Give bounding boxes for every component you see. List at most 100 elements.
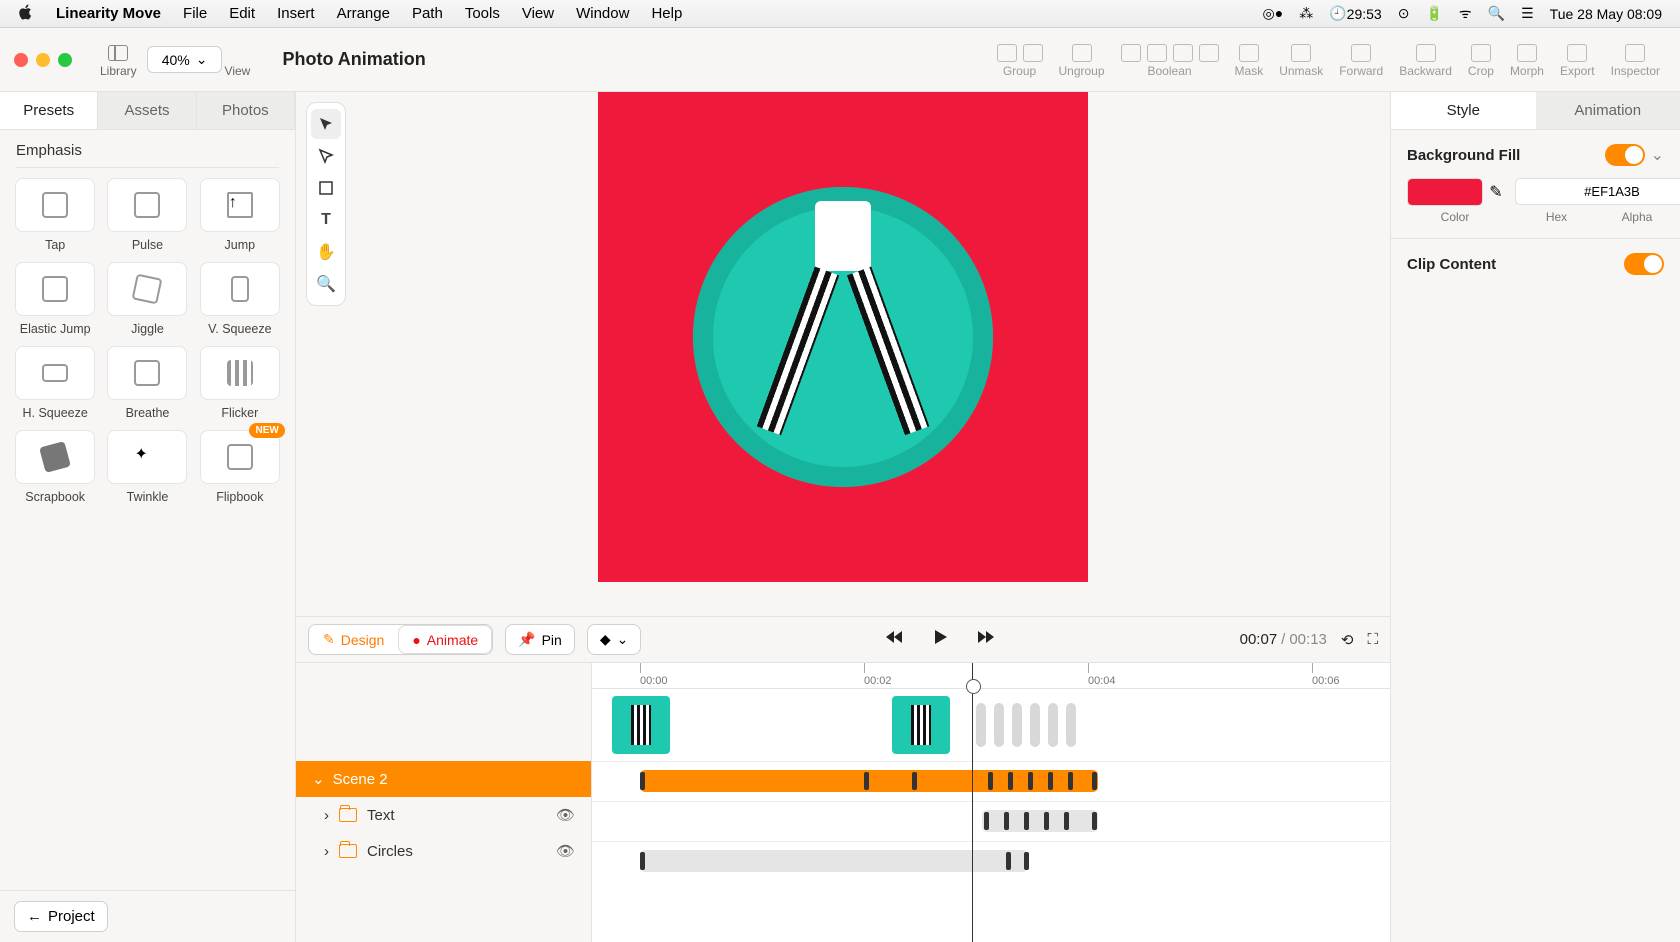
visibility-icon[interactable]: 👁 bbox=[556, 806, 575, 824]
menu-arrange[interactable]: Arrange bbox=[337, 5, 390, 22]
animate-mode-button[interactable]: ●Animate bbox=[398, 625, 492, 654]
preset-jiggle[interactable]: Jiggle bbox=[106, 262, 188, 336]
tab-assets[interactable]: Assets bbox=[98, 92, 196, 129]
move-tool[interactable] bbox=[311, 109, 341, 139]
library-toggle[interactable]: Library bbox=[100, 42, 137, 78]
morph-tool[interactable]: Morph bbox=[1510, 42, 1544, 78]
node-tool[interactable] bbox=[311, 141, 341, 171]
playhead[interactable] bbox=[972, 663, 973, 942]
loop-icon[interactable]: ⟲ bbox=[1341, 631, 1354, 649]
zoom-tool[interactable]: 🔍 bbox=[311, 269, 341, 299]
menu-tools[interactable]: Tools bbox=[465, 5, 500, 22]
menu-window[interactable]: Window bbox=[576, 5, 629, 22]
layer-row-text[interactable]: › Text 👁 bbox=[296, 797, 591, 833]
preset-v-squeeze[interactable]: V. Squeeze bbox=[199, 262, 281, 336]
preset-twinkle[interactable]: ✦Twinkle bbox=[106, 430, 188, 504]
menu-file[interactable]: File bbox=[183, 5, 207, 22]
boolean-tools[interactable]: Boolean bbox=[1121, 42, 1219, 78]
pin-button[interactable]: 📌Pin bbox=[505, 624, 575, 655]
zoom-dropdown[interactable]: 40% ⌄ bbox=[147, 46, 223, 73]
expand-icon[interactable]: ⛶ bbox=[1367, 631, 1378, 648]
forward-tool[interactable]: Forward bbox=[1339, 42, 1383, 78]
visibility-icon[interactable]: 👁 bbox=[556, 842, 575, 860]
preset-flipbook[interactable]: NEWFlipbook bbox=[199, 430, 281, 504]
timeline-tracks[interactable]: 00:00 00:02 00:04 00:06 00:08 bbox=[592, 663, 1390, 942]
chevron-down-icon: ⌄ bbox=[196, 51, 208, 68]
group-tools[interactable]: Group bbox=[997, 42, 1043, 78]
menu-path[interactable]: Path bbox=[412, 5, 443, 22]
tab-presets[interactable]: Presets bbox=[0, 92, 98, 129]
inspector-tool[interactable]: Inspector bbox=[1611, 42, 1660, 78]
clock[interactable]: Tue 28 May 08:09 bbox=[1550, 6, 1662, 22]
preset-flicker[interactable]: Flicker bbox=[199, 346, 281, 420]
menu-edit[interactable]: Edit bbox=[229, 5, 255, 22]
menu-insert[interactable]: Insert bbox=[277, 5, 315, 22]
scene-header[interactable]: ⌄ Scene 2 bbox=[296, 761, 591, 797]
arrow-left-icon: ← bbox=[27, 908, 42, 925]
app-name[interactable]: Linearity Move bbox=[56, 5, 161, 22]
unmask-tool[interactable]: Unmask bbox=[1279, 42, 1323, 78]
circle-shape bbox=[693, 187, 993, 487]
battery-icon[interactable]: 🔋 bbox=[1425, 5, 1442, 22]
loom-icon[interactable]: ⁂ bbox=[1299, 5, 1313, 22]
circles-track[interactable] bbox=[592, 841, 1390, 881]
play-status-icon[interactable]: ⊙ bbox=[1398, 5, 1410, 22]
hex-field[interactable] bbox=[1515, 178, 1680, 205]
crop-tool[interactable]: Crop bbox=[1468, 42, 1494, 78]
macos-menubar: Linearity Move File Edit Insert Arrange … bbox=[0, 0, 1680, 28]
apple-logo-icon bbox=[18, 4, 34, 24]
pencil-icon: ✎ bbox=[323, 631, 335, 648]
scene-track[interactable] bbox=[592, 761, 1390, 801]
clip-content-toggle[interactable] bbox=[1624, 253, 1664, 275]
shape-tool[interactable] bbox=[311, 173, 341, 203]
screen-record-icon[interactable]: ◎● bbox=[1263, 5, 1284, 22]
tab-photos[interactable]: Photos bbox=[197, 92, 295, 129]
tab-style[interactable]: Style bbox=[1391, 92, 1536, 129]
layer-row-circles[interactable]: › Circles 👁 bbox=[296, 833, 591, 869]
control-center-icon[interactable]: ☰ bbox=[1521, 5, 1534, 22]
project-back-button[interactable]: ← Project bbox=[14, 901, 108, 932]
app-toolbar: Library 40% ⌄ View Photo Animation Group… bbox=[0, 28, 1680, 92]
wifi-icon[interactable]: ᯤ bbox=[1459, 4, 1472, 23]
window-zoom-button[interactable] bbox=[58, 53, 72, 67]
keyframe-thumb[interactable] bbox=[892, 696, 950, 754]
text-tool[interactable]: T bbox=[311, 205, 341, 235]
design-mode-button[interactable]: ✎Design bbox=[309, 625, 398, 654]
spotlight-icon[interactable]: 🔍 bbox=[1488, 5, 1505, 22]
text-track[interactable] bbox=[592, 801, 1390, 841]
preset-tap[interactable]: Tap bbox=[14, 178, 96, 252]
keyframe-thumb[interactable] bbox=[612, 696, 670, 754]
eyedropper-icon[interactable]: ✎ bbox=[1487, 179, 1505, 205]
preset-elastic-jump[interactable]: Elastic Jump bbox=[14, 262, 96, 336]
window-close-button[interactable] bbox=[14, 53, 28, 67]
anchor-dropdown[interactable]: ◆⌄ bbox=[587, 624, 642, 655]
hand-tool[interactable]: ✋ bbox=[311, 237, 341, 267]
play-button[interactable] bbox=[930, 627, 950, 652]
mask-tool[interactable]: Mask bbox=[1235, 42, 1264, 78]
rewind-button[interactable] bbox=[884, 627, 904, 652]
timer-icon[interactable]: 🕘29:53 bbox=[1329, 5, 1381, 22]
preset-h-squeeze[interactable]: H. Squeeze bbox=[14, 346, 96, 420]
canvas-viewport[interactable]: T ✋ 🔍 bbox=[296, 92, 1390, 616]
window-minimize-button[interactable] bbox=[36, 53, 50, 67]
ungroup-tools[interactable]: Ungroup bbox=[1059, 42, 1105, 78]
chevron-down-icon: ⌄ bbox=[617, 631, 629, 648]
preset-scrapbook[interactable]: Scrapbook bbox=[14, 430, 96, 504]
mode-segment: ✎Design ●Animate bbox=[308, 624, 493, 655]
artboard[interactable] bbox=[598, 92, 1088, 582]
menu-view[interactable]: View bbox=[522, 5, 554, 22]
bg-fill-toggle[interactable] bbox=[1605, 144, 1645, 166]
chevron-down-icon[interactable]: ⌄ bbox=[1651, 145, 1664, 165]
document-title: Photo Animation bbox=[282, 49, 425, 70]
preset-breathe[interactable]: Breathe bbox=[106, 346, 188, 420]
menu-help[interactable]: Help bbox=[651, 5, 682, 22]
time-ruler[interactable]: 00:00 00:02 00:04 00:06 00:08 bbox=[592, 663, 1390, 689]
tab-animation[interactable]: Animation bbox=[1536, 92, 1680, 129]
color-swatch[interactable] bbox=[1407, 178, 1483, 206]
backward-tool[interactable]: Backward bbox=[1399, 42, 1452, 78]
preset-pulse[interactable]: Pulse bbox=[106, 178, 188, 252]
preset-jump[interactable]: ↑Jump bbox=[199, 178, 281, 252]
inspector-panel: Style Animation Background Fill ⌄ ✎ C bbox=[1390, 92, 1680, 942]
forward-button[interactable] bbox=[976, 627, 996, 652]
export-tool[interactable]: Export bbox=[1560, 42, 1595, 78]
